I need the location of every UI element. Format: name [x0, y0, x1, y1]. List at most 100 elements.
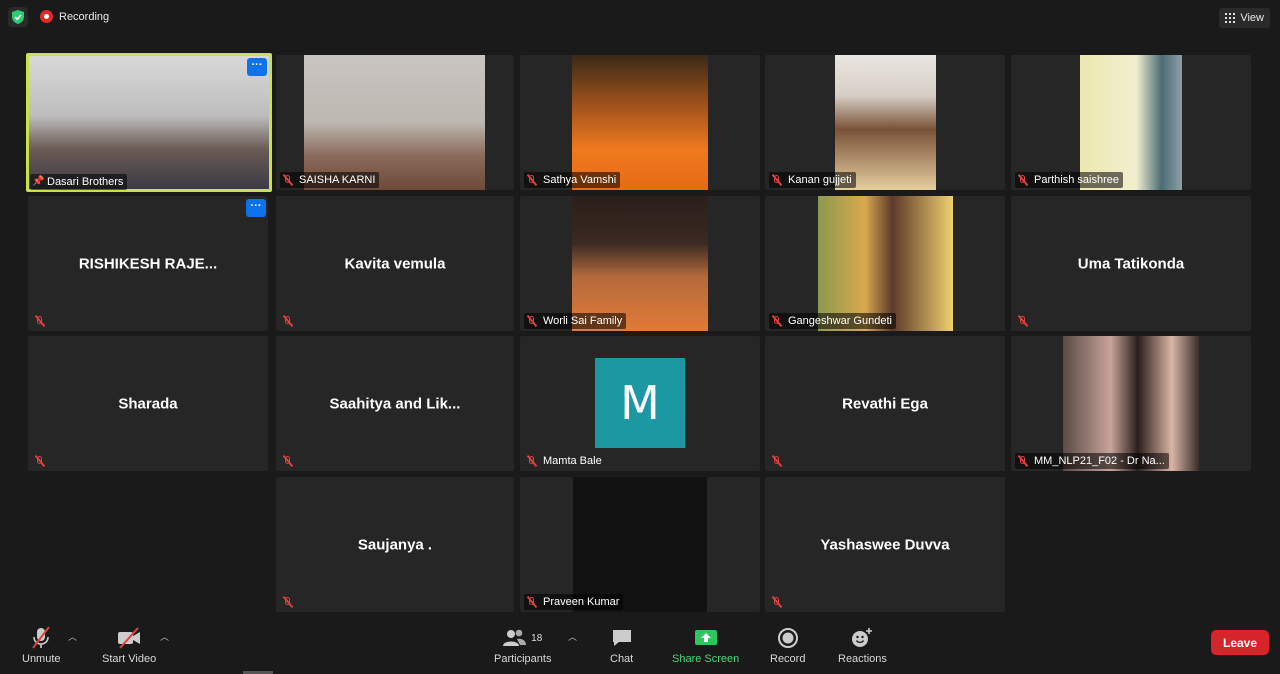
grid-icon — [1225, 13, 1236, 23]
participants-count: 18 — [531, 632, 543, 644]
recording-indicator[interactable]: Recording — [40, 10, 109, 23]
participant-tile-gangeshwar-gundeti[interactable]: Gangeshwar Gundeti — [765, 196, 1005, 331]
muted-mic-icon — [1017, 454, 1029, 468]
muted-mic-icon — [526, 173, 538, 187]
record-label: Record — [770, 653, 806, 665]
participants-label: Participants — [494, 653, 552, 665]
participant-nametag: Sathya Vamshi — [524, 172, 621, 188]
participant-video — [573, 477, 707, 612]
participant-video — [572, 196, 708, 331]
meeting-topbar: Recording View — [0, 0, 1280, 36]
participant-name: Parthish saishree — [1034, 174, 1119, 186]
pin-icon: 📌 — [32, 176, 45, 187]
participant-nametag — [280, 453, 303, 469]
participant-tile-sharada[interactable]: Sharada — [28, 336, 268, 471]
participant-avatar: M — [595, 358, 685, 448]
participant-display-name: Revathi Ega — [842, 395, 928, 412]
participant-tile-dasari-brothers[interactable]: ··· 📌 Dasari Brothers — [26, 53, 272, 192]
muted-mic-icon — [34, 454, 46, 468]
participant-tile-saisha-karni[interactable]: SAISHA KARNI — [276, 55, 514, 190]
participant-video — [835, 55, 936, 190]
unmute-button[interactable]: Unmute — [22, 626, 61, 665]
muted-mic-icon — [771, 454, 783, 468]
participant-tile-revathi-ega[interactable]: Revathi Ega — [765, 336, 1005, 471]
more-options-button[interactable]: ··· — [246, 199, 266, 217]
participant-tile-kavita-vemula[interactable]: Kavita vemula — [276, 196, 514, 331]
muted-mic-icon — [1017, 173, 1029, 187]
participant-tile-worli-sai-family[interactable]: Worli Sai Family — [520, 196, 760, 331]
participant-nametag — [769, 453, 792, 469]
participant-nametag: SAISHA KARNI — [280, 172, 380, 188]
record-button[interactable]: Record — [770, 626, 805, 665]
chat-label: Chat — [610, 653, 634, 665]
muted-mic-icon — [34, 314, 46, 328]
participants-options-caret[interactable]: ︿ — [568, 630, 577, 643]
share-screen-label: Share Screen — [672, 653, 740, 665]
participant-nametag — [280, 313, 303, 329]
participant-name: Dasari Brothers — [47, 176, 124, 188]
participants-icon: 18 — [503, 626, 542, 650]
participant-tile-uma-tatikonda[interactable]: Uma Tatikonda — [1011, 196, 1251, 331]
participant-video — [1080, 55, 1182, 190]
participant-video — [304, 55, 485, 190]
view-label: View — [1240, 12, 1264, 24]
participant-display-name: Sharada — [118, 395, 178, 412]
participant-video — [818, 196, 953, 331]
participant-name: Worli Sai Family — [543, 315, 623, 327]
participant-display-name: Uma Tatikonda — [1077, 255, 1185, 272]
muted-mic-icon — [282, 454, 294, 468]
muted-mic-icon — [526, 454, 538, 468]
participant-nametag — [769, 594, 792, 610]
participant-video — [1063, 336, 1199, 471]
participant-tile-saujanya[interactable]: Saujanya . — [276, 477, 514, 612]
participant-tile-praveen-kumar[interactable]: Praveen Kumar — [520, 477, 760, 612]
security-shield-icon[interactable] — [8, 7, 28, 27]
start-video-button[interactable]: Start Video — [102, 626, 156, 665]
muted-mic-icon — [282, 595, 294, 609]
reactions-icon — [850, 626, 874, 650]
share-screen-icon — [694, 626, 718, 650]
participant-tile-rishikesh[interactable]: RISHIKESH RAJE... ··· — [28, 196, 268, 331]
reactions-label: Reactions — [838, 653, 887, 665]
more-options-button[interactable]: ··· — [247, 58, 267, 76]
muted-mic-icon — [282, 173, 294, 187]
participant-nametag: Kanan gujjeti — [769, 172, 856, 188]
participant-nametag — [280, 594, 303, 610]
muted-mic-icon — [526, 595, 538, 609]
participants-button[interactable]: 18 Participants — [494, 626, 551, 665]
participant-nametag — [32, 453, 55, 469]
participant-nametag: Gangeshwar Gundeti — [769, 313, 896, 329]
muted-mic-icon — [526, 314, 538, 328]
participant-tile-sathya-vamshi[interactable]: Sathya Vamshi — [520, 55, 760, 190]
participant-display-name: Saujanya . — [357, 536, 433, 553]
start-video-label: Start Video — [102, 653, 157, 665]
participant-tile-parthish-saishree[interactable]: Parthish saishree — [1011, 55, 1251, 190]
participant-tile-kanan-gujjeti[interactable]: Kanan gujjeti — [765, 55, 1005, 190]
participant-tile-saahitya[interactable]: Saahitya and Lik... — [276, 336, 514, 471]
video-options-caret[interactable]: ︿ — [160, 630, 169, 643]
muted-microphone-icon — [30, 626, 52, 650]
participant-display-name: Yashaswee Duvva — [820, 536, 950, 553]
participant-display-name: Saahitya and Lik... — [329, 395, 461, 412]
reactions-button[interactable]: Reactions — [838, 626, 887, 665]
participant-nametag: Parthish saishree — [1015, 172, 1123, 188]
muted-mic-icon — [771, 314, 783, 328]
leave-button[interactable]: Leave — [1211, 630, 1269, 655]
participant-nametag: Worli Sai Family — [524, 313, 627, 329]
participant-nametag — [32, 313, 55, 329]
audio-options-caret[interactable]: ︿ — [68, 630, 77, 643]
record-icon — [777, 626, 799, 650]
participant-tile-mm-nlp21[interactable]: MM_NLP21_F02 - Dr Na... — [1011, 336, 1251, 471]
unmute-label: Unmute — [22, 653, 61, 665]
view-button[interactable]: View — [1219, 8, 1270, 28]
participant-tile-yashaswee-duvva[interactable]: Yashaswee Duvva — [765, 477, 1005, 612]
share-screen-button[interactable]: Share Screen — [672, 626, 739, 665]
participant-name: SAISHA KARNI — [299, 174, 376, 186]
chat-button[interactable]: Chat — [610, 626, 633, 665]
participant-nametag: MM_NLP21_F02 - Dr Na... — [1015, 453, 1169, 469]
muted-mic-icon — [771, 595, 783, 609]
video-off-icon — [116, 626, 142, 650]
participant-video — [29, 56, 269, 189]
muted-mic-icon — [1017, 314, 1029, 328]
participant-display-name: Kavita vemula — [344, 255, 446, 272]
